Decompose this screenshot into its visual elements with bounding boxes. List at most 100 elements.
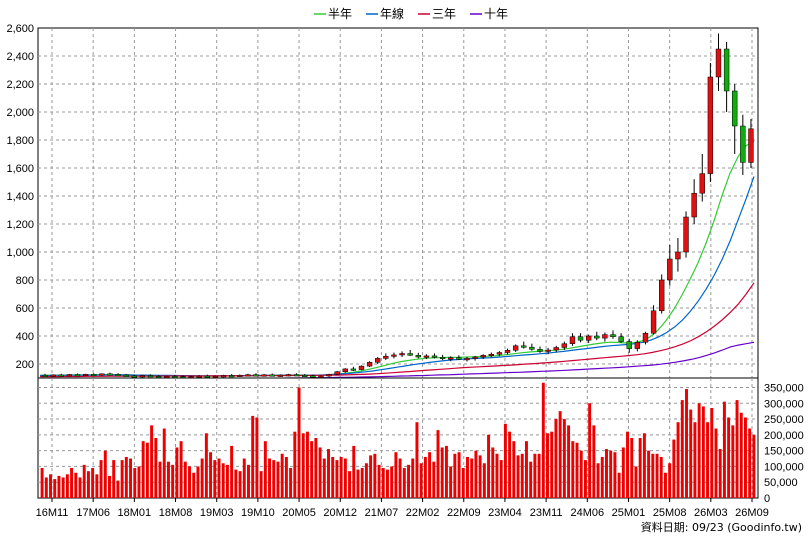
x-tick-label: 21M07 (365, 507, 399, 519)
volume-bar (204, 433, 208, 498)
volume-bar (748, 428, 752, 498)
volume-bar (407, 464, 411, 498)
candle-body (107, 373, 113, 376)
volume-bar (234, 469, 238, 498)
price-panel-frame (37, 27, 759, 379)
candle-body (196, 375, 202, 378)
volume-bar (314, 438, 318, 498)
volume-bar (301, 433, 305, 498)
volume-bar (255, 417, 259, 498)
volume-bar (668, 463, 672, 498)
candle-body (399, 353, 405, 356)
candle-body (561, 343, 568, 348)
volume-bar (322, 458, 326, 498)
candle-body (334, 371, 340, 375)
volume-bar (398, 458, 402, 498)
candle-body (245, 374, 251, 377)
volume-bar (364, 463, 368, 498)
volume-bar (710, 408, 714, 498)
candle-body (99, 373, 105, 376)
candle-body (220, 375, 227, 378)
candle-body (626, 341, 632, 349)
volume-bar (390, 466, 394, 498)
price-tick-label: 1,000 (6, 247, 34, 259)
legend-label-1: 半年 (328, 7, 352, 21)
volume-bar (141, 441, 145, 498)
candle-body (366, 362, 373, 367)
candle-body (350, 368, 357, 371)
volume-bar (251, 415, 255, 498)
volume-bar (444, 445, 448, 498)
volume-bar (352, 445, 356, 498)
x-tick-label: 16M11 (36, 507, 69, 519)
candle-body (123, 374, 129, 377)
volume-bar (137, 466, 141, 498)
volume-bar (655, 453, 659, 498)
volume-bar (150, 425, 154, 498)
candle-body (204, 375, 211, 378)
price-tick-label: 2,600 (6, 23, 34, 35)
candle-body (732, 90, 738, 127)
volume-bar (482, 463, 486, 498)
volume-bar (697, 403, 701, 498)
x-tick-label: 25M08 (653, 507, 687, 519)
volume-bar (503, 423, 507, 498)
volume-bar (225, 464, 229, 498)
volume-bar (659, 456, 663, 498)
candle-body (261, 374, 267, 377)
candle-body (358, 365, 365, 370)
x-tick-label: 20M05 (282, 507, 316, 519)
candle-body (115, 374, 121, 377)
candle-body (723, 48, 730, 92)
candle-body (415, 355, 421, 358)
volume-bar (293, 431, 297, 498)
volume-bar (706, 422, 710, 498)
volume-bar (402, 468, 406, 498)
volume-bar (221, 463, 225, 498)
legend-label-3: 三年 (432, 7, 456, 21)
candle-body (740, 125, 746, 163)
x-tick-label: 22M02 (406, 507, 440, 519)
candle-body (448, 357, 454, 360)
volume-bar (318, 447, 322, 498)
volume-tick-label: 150,000 (764, 446, 804, 458)
volume-bar (743, 417, 747, 498)
volume-bar (693, 422, 697, 498)
volume-bar (78, 477, 82, 498)
volume-bar (289, 468, 293, 498)
volume-bar (689, 409, 693, 498)
volume-bar (672, 439, 676, 498)
x-tick-label: 20M12 (323, 507, 357, 519)
volume-bar (116, 480, 120, 498)
volume-bar (512, 441, 516, 498)
candle-body (285, 374, 292, 377)
candle-body (74, 374, 81, 377)
candle-body (82, 373, 89, 376)
volume-bar (297, 387, 301, 498)
price-tick-label: 2,400 (6, 51, 34, 63)
volume-bar (419, 463, 423, 498)
candle-body (691, 192, 697, 218)
volume-bar (74, 472, 78, 498)
candle-body (707, 76, 714, 174)
volume-bar (478, 455, 482, 498)
candle-body (488, 353, 494, 356)
price-tick-label: 2,200 (6, 79, 34, 91)
volume-bar (183, 461, 187, 498)
candle-body (439, 357, 446, 360)
candle-body (569, 336, 576, 344)
price-tick-label: 1,600 (6, 163, 34, 175)
volume-bar (369, 455, 373, 498)
volume-bar (685, 389, 688, 498)
candle-body (634, 342, 641, 349)
candle-body (715, 48, 722, 78)
volume-bar (440, 447, 444, 498)
volume-bar (154, 438, 158, 498)
candle-body (748, 128, 754, 163)
volume-bar (411, 458, 415, 498)
volume-bar (457, 452, 461, 498)
candle-body (269, 374, 275, 377)
volume-bar (284, 456, 288, 498)
volume-bar (554, 419, 558, 498)
volume-bar (735, 400, 739, 498)
